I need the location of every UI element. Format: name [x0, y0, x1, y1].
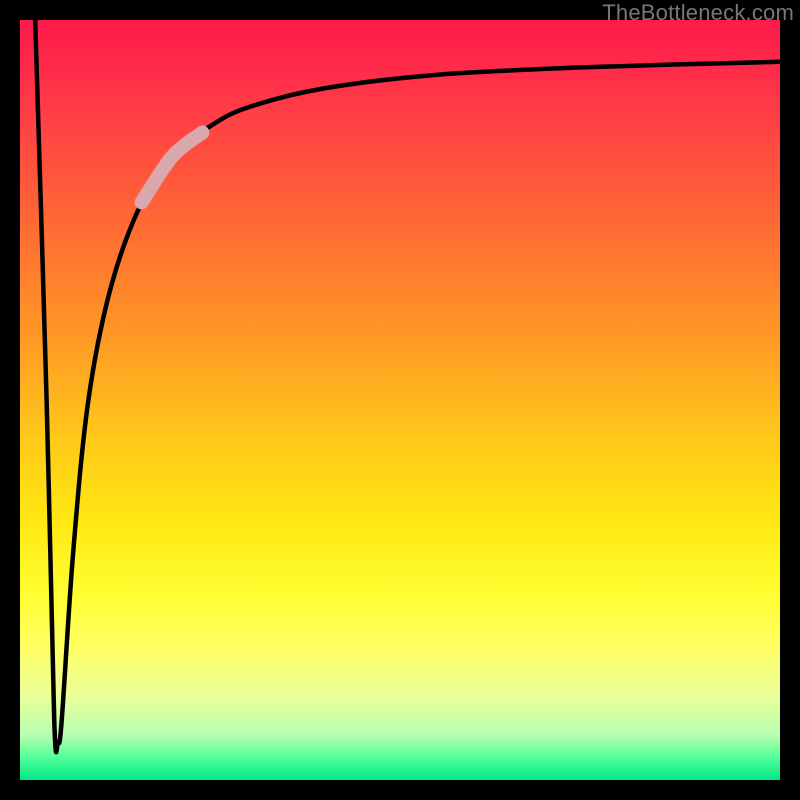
chart-frame: TheBottleneck.com	[0, 0, 800, 800]
bottleneck-curve-svg	[20, 20, 780, 780]
highlight-segment	[142, 133, 203, 203]
plot-area	[20, 20, 780, 780]
bottleneck-curve	[35, 20, 780, 752]
attribution-text: TheBottleneck.com	[602, 0, 794, 26]
